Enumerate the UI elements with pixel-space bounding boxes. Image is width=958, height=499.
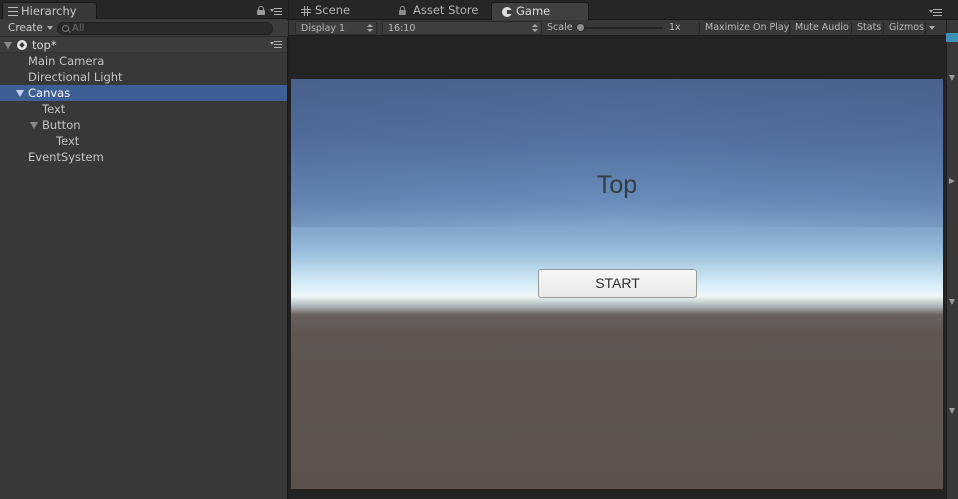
tab-scene[interactable]: Scene	[291, 2, 383, 20]
grid-icon	[301, 6, 311, 16]
game-toolbar: Display 1 16:10 Scale 1x Maximize On Pla…	[289, 20, 958, 36]
aspect-value: 16:10	[388, 23, 416, 34]
editor-tab-bar: Scene Asset Store Game	[289, 0, 958, 20]
hierarchy-item-button[interactable]: Button	[0, 117, 287, 133]
lock-icon	[399, 6, 406, 15]
panel-menu-icon[interactable]	[929, 9, 942, 17]
toolbar-divider	[789, 22, 790, 34]
scale-value: 1x	[669, 22, 681, 33]
hierarchy-tab-bar: Hierarchy	[0, 0, 288, 19]
tab-game-label: Game	[516, 4, 551, 18]
hierarchy-item-label: EventSystem	[28, 150, 104, 164]
hierarchy-item-main-camera[interactable]: Main Camera	[0, 53, 287, 69]
hierarchy-item-canvas[interactable]: Canvas	[0, 85, 287, 101]
updown-arrows-icon	[532, 24, 538, 33]
create-dropdown[interactable]: Create	[4, 21, 57, 36]
mute-audio-toggle[interactable]: Mute Audio	[795, 21, 849, 35]
updown-arrows-icon	[367, 24, 373, 33]
game-view[interactable]: Top START	[291, 79, 943, 489]
chevron-down-icon[interactable]	[929, 26, 935, 30]
search-placeholder: All	[72, 23, 85, 34]
fold-triangle-icon[interactable]	[16, 90, 24, 97]
hierarchy-item-label: Button	[42, 118, 81, 132]
scene-row[interactable]: top*	[0, 37, 287, 53]
hierarchy-item-label: Text	[56, 134, 80, 148]
toolbar-divider	[699, 22, 700, 34]
game-title-text: Top	[596, 171, 638, 199]
scale-label: Scale	[547, 22, 573, 33]
toolbar-divider	[883, 22, 884, 34]
hierarchy-item-label: Text	[42, 102, 66, 116]
unity-scene-icon	[17, 40, 27, 50]
toolbar-divider	[851, 22, 852, 34]
search-icon	[62, 25, 69, 32]
display-dropdown[interactable]: Display 1	[295, 21, 377, 35]
inspector-edge-strip	[946, 20, 958, 499]
hierarchy-item-label: Directional Light	[28, 70, 123, 84]
tab-hierarchy[interactable]: Hierarchy	[2, 2, 97, 19]
maximize-on-play-toggle[interactable]: Maximize On Play	[705, 21, 789, 35]
panel-menu-icon[interactable]	[270, 8, 282, 16]
display-value: Display 1	[301, 23, 346, 34]
hierarchy-item-label: Main Camera	[28, 54, 105, 68]
hierarchy-item-eventsystem[interactable]: EventSystem	[0, 149, 287, 165]
fold-triangle-icon[interactable]	[949, 75, 955, 81]
lock-icon[interactable]	[257, 6, 265, 15]
fold-triangle-icon[interactable]	[30, 122, 38, 129]
tab-scene-label: Scene	[315, 3, 351, 17]
hierarchy-item-text[interactable]: Text	[0, 101, 287, 117]
hierarchy-search-input[interactable]: All	[57, 22, 273, 35]
tab-asset-store[interactable]: Asset Store	[389, 2, 489, 20]
fold-triangle-icon[interactable]	[4, 42, 12, 49]
inspector-component-icon	[946, 33, 958, 42]
hierarchy-panel: Hierarchy Create All top* Main Camera Di…	[0, 0, 288, 499]
hierarchy-item-directional-light[interactable]: Directional Light	[0, 69, 287, 85]
scale-slider-track[interactable]	[579, 27, 663, 29]
tab-asset-store-label: Asset Store	[413, 3, 479, 17]
fold-triangle-icon[interactable]	[949, 408, 955, 414]
scene-menu-icon[interactable]	[270, 41, 282, 49]
hierarchy-item-button-text[interactable]: Text	[0, 133, 287, 149]
gizmos-label: Gizmos	[889, 22, 925, 33]
scale-slider-thumb[interactable]	[576, 23, 585, 32]
hierarchy-toolbar: Create All	[0, 20, 288, 37]
tab-hierarchy-label: Hierarchy	[21, 4, 77, 18]
chevron-down-icon	[46, 26, 53, 30]
tab-game[interactable]: Game	[491, 2, 589, 20]
aspect-dropdown[interactable]: 16:10	[382, 21, 542, 35]
game-panel: Scene Asset Store Game Display 1 16:10 S…	[289, 0, 958, 499]
list-icon	[8, 7, 18, 16]
scene-name: top*	[32, 38, 57, 52]
fold-triangle-icon[interactable]	[949, 178, 955, 184]
fold-triangle-icon[interactable]	[949, 299, 955, 305]
stats-toggle[interactable]: Stats	[857, 21, 881, 35]
toolbar-divider	[925, 22, 926, 34]
gizmos-dropdown[interactable]: Gizmos	[889, 21, 924, 35]
start-button[interactable]: START	[538, 269, 697, 298]
pacman-icon	[502, 7, 513, 17]
create-label: Create	[8, 22, 43, 34]
hierarchy-item-label: Canvas	[28, 86, 71, 100]
